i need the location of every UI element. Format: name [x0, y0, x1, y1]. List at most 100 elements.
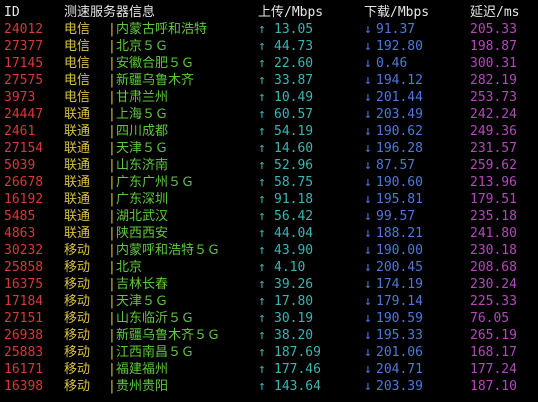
- table-row: 27377 电信 | 北京５Ｇ ↑ 44.73 ↓ 192.80 198.87: [4, 38, 534, 55]
- download-speed: 0.46: [376, 56, 408, 71]
- column-separator: |: [108, 311, 116, 326]
- upload-speed: 30.19: [274, 311, 314, 326]
- table-row: 27154 联通 | 天津５Ｇ ↑ 14.60 ↓ 196.28 231.57: [4, 140, 534, 157]
- table-row: 17145 电信 | 安徽合肥５Ｇ ↑ 22.60 ↓ 0.46 300.31: [4, 55, 534, 72]
- down-arrow-icon: ↓: [364, 294, 372, 309]
- server-location: 上海５Ｇ: [116, 107, 169, 122]
- latency-value: 177.24: [470, 362, 517, 377]
- latency-value: 76.05: [470, 311, 510, 326]
- server-location: 甘肃兰州: [116, 90, 169, 105]
- down-arrow-icon: ↓: [364, 175, 372, 190]
- server-location: 安徽合肥５Ｇ: [116, 56, 195, 71]
- upload-speed: 39.26: [274, 277, 314, 292]
- column-separator: |: [108, 141, 116, 156]
- result-rows: 24012 电信 | 内蒙古呼和浩特 ↑ 13.05 ↓ 91.37 205.33 27377 电信…: [4, 21, 534, 395]
- download-speed: 190.00: [376, 243, 423, 258]
- isp-name: 移动: [64, 311, 91, 326]
- isp-name: 联通: [64, 158, 91, 173]
- speedtest-terminal-output: ID 测速服务器信息 上传/Mbps 下载/Mbps 延迟/ms 24012 电信…: [4, 4, 534, 395]
- column-separator: |: [108, 124, 116, 139]
- server-location: 湖北武汉: [116, 209, 169, 224]
- server-location: 广东深圳: [116, 192, 169, 207]
- table-row: 26678 联通 | 广东广州５Ｇ ↑ 58.75 ↓ 190.60 213.96: [4, 174, 534, 191]
- down-arrow-icon: ↓: [364, 107, 372, 122]
- column-separator: |: [108, 345, 116, 360]
- server-id: 26678: [4, 175, 44, 190]
- server-id: 16375: [4, 277, 44, 292]
- isp-name: 联通: [64, 192, 91, 207]
- server-id: 27151: [4, 311, 44, 326]
- server-id: 25883: [4, 345, 44, 360]
- latency-value: 168.17: [470, 345, 517, 360]
- isp-name: 移动: [64, 294, 91, 309]
- down-arrow-icon: ↓: [364, 362, 372, 377]
- table-row: 27575 电信 | 新疆乌鲁木齐 ↑ 33.87 ↓ 194.12 282.19: [4, 72, 534, 89]
- download-speed: 87.57: [376, 158, 416, 173]
- isp-name: 联通: [64, 141, 91, 156]
- download-speed: 201.06: [376, 345, 423, 360]
- column-separator: |: [108, 56, 116, 71]
- up-arrow-icon: ↑: [258, 124, 266, 139]
- latency-value: 235.18: [470, 209, 517, 224]
- upload-speed: 17.80: [274, 294, 314, 309]
- latency-value: 205.33: [470, 22, 517, 37]
- column-separator: |: [108, 107, 116, 122]
- up-arrow-icon: ↑: [258, 141, 266, 156]
- upload-speed: 10.49: [274, 90, 314, 105]
- latency-value: 225.33: [470, 294, 517, 309]
- latency-value: 282.19: [470, 73, 517, 88]
- latency-value: 213.96: [470, 175, 517, 190]
- server-id: 16192: [4, 192, 44, 207]
- server-location: 吉林长春: [116, 277, 169, 292]
- up-arrow-icon: ↑: [258, 226, 266, 241]
- server-id: 27377: [4, 39, 44, 54]
- down-arrow-icon: ↓: [364, 141, 372, 156]
- down-arrow-icon: ↓: [364, 73, 372, 88]
- server-location: 江西南昌５Ｇ: [116, 345, 195, 360]
- table-header: ID 测速服务器信息 上传/Mbps 下载/Mbps 延迟/ms: [4, 4, 534, 21]
- upload-speed: 14.60: [274, 141, 314, 156]
- up-arrow-icon: ↑: [258, 209, 266, 224]
- table-row: 24012 电信 | 内蒙古呼和浩特 ↑ 13.05 ↓ 91.37 205.33: [4, 21, 534, 38]
- up-arrow-icon: ↑: [258, 22, 266, 37]
- column-separator: |: [108, 328, 116, 343]
- table-row: 30232 移动 | 内蒙呼和浩特５Ｇ ↑ 43.90 ↓ 190.00 230.18: [4, 242, 534, 259]
- column-separator: |: [108, 192, 116, 207]
- up-arrow-icon: ↑: [258, 56, 266, 71]
- up-arrow-icon: ↑: [258, 192, 266, 207]
- up-arrow-icon: ↑: [258, 277, 266, 292]
- download-speed: 201.44: [376, 90, 423, 105]
- download-speed: 190.62: [376, 124, 423, 139]
- isp-name: 电信: [64, 22, 91, 37]
- down-arrow-icon: ↓: [364, 56, 372, 71]
- isp-name: 电信: [64, 39, 91, 54]
- server-location: 新疆乌鲁木齐５Ｇ: [116, 328, 221, 343]
- latency-value: 187.10: [470, 379, 517, 394]
- server-location: 天津５Ｇ: [116, 294, 169, 309]
- table-row: 5485 联通 | 湖北武汉 ↑ 56.42 ↓ 99.57 235.18: [4, 208, 534, 225]
- up-arrow-icon: ↑: [258, 175, 266, 190]
- server-location: 贵州贵阳: [116, 379, 169, 394]
- down-arrow-icon: ↓: [364, 345, 372, 360]
- server-location: 北京５Ｇ: [116, 39, 169, 54]
- latency-value: 253.73: [470, 90, 517, 105]
- isp-name: 联通: [64, 175, 91, 190]
- down-arrow-icon: ↓: [364, 209, 372, 224]
- upload-speed: 56.42: [274, 209, 314, 224]
- server-id: 24012: [4, 22, 44, 37]
- latency-value: 179.51: [470, 192, 517, 207]
- column-separator: |: [108, 90, 116, 105]
- server-location: 广东广州５Ｇ: [116, 175, 195, 190]
- upload-speed: 43.90: [274, 243, 314, 258]
- upload-speed: 4.10: [274, 260, 306, 275]
- server-id: 5485: [4, 209, 36, 224]
- isp-name: 联通: [64, 124, 91, 139]
- isp-name: 移动: [64, 345, 91, 360]
- isp-name: 移动: [64, 362, 91, 377]
- download-speed: 200.45: [376, 260, 423, 275]
- latency-value: 230.18: [470, 243, 517, 258]
- isp-name: 联通: [64, 107, 91, 122]
- table-row: 16192 联通 | 广东深圳 ↑ 91.18 ↓ 195.81 179.51: [4, 191, 534, 208]
- download-speed: 195.81: [376, 192, 423, 207]
- table-row: 2461 联通 | 四川成都 ↑ 54.19 ↓ 190.62 249.36: [4, 123, 534, 140]
